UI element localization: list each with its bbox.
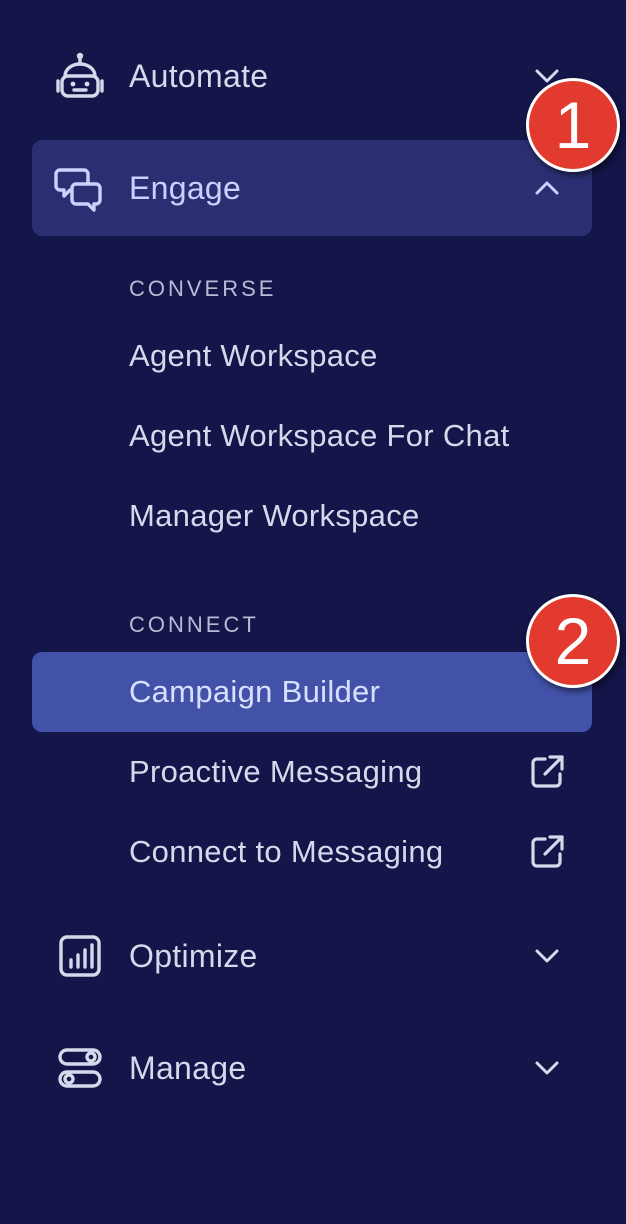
nav-item-campaign-builder[interactable]: Campaign Builder	[32, 652, 592, 732]
nav-item-proactive-messaging[interactable]: Proactive Messaging	[32, 732, 592, 812]
toggles-icon	[54, 1042, 106, 1094]
bar-chart-icon	[54, 930, 106, 982]
nav-item-manager-workspace[interactable]: Manager Workspace	[32, 476, 592, 556]
nav-item-connect-to-messaging[interactable]: Connect to Messaging	[32, 812, 592, 892]
external-link-icon	[528, 753, 566, 791]
nav-group-label: Manage	[129, 1049, 247, 1086]
nav-group-label: Optimize	[129, 937, 258, 974]
nav-group-automate[interactable]: Automate	[32, 28, 592, 124]
annotation-badge-1: 1	[526, 78, 620, 172]
nav-item-label: Manager Workspace	[129, 498, 420, 533]
section-heading-converse: CONVERSE	[129, 276, 277, 301]
nav-item-agent-workspace[interactable]: Agent Workspace	[32, 316, 592, 396]
nav-group-engage[interactable]: Engage	[32, 140, 592, 236]
nav-group-label: Automate	[129, 57, 269, 94]
chevron-up-icon[interactable]	[532, 173, 562, 203]
nav-item-label: Agent Workspace	[129, 338, 378, 373]
nav-item-label: Campaign Builder	[129, 674, 381, 709]
robot-icon	[54, 50, 106, 102]
nav-group-manage[interactable]: Manage	[32, 1020, 592, 1116]
nav-item-agent-workspace-for-chat[interactable]: Agent Workspace For Chat	[32, 396, 592, 476]
section-heading-connect: CONNECT	[129, 612, 259, 637]
annotation-badge-2: 2	[526, 594, 620, 688]
nav-group-label: Engage	[129, 169, 242, 206]
chat-bubbles-icon	[54, 162, 106, 214]
nav-item-label: Connect to Messaging	[129, 834, 444, 869]
nav-group-optimize[interactable]: Optimize	[32, 908, 592, 1004]
sidebar-nav: Automate Engage CONVERSE Agent Workspace…	[0, 0, 626, 1224]
chevron-down-icon[interactable]	[532, 1053, 562, 1083]
nav-item-label: Agent Workspace For Chat	[129, 418, 510, 453]
chevron-down-icon[interactable]	[532, 941, 562, 971]
nav-item-label: Proactive Messaging	[129, 754, 423, 789]
external-link-icon	[528, 833, 566, 871]
